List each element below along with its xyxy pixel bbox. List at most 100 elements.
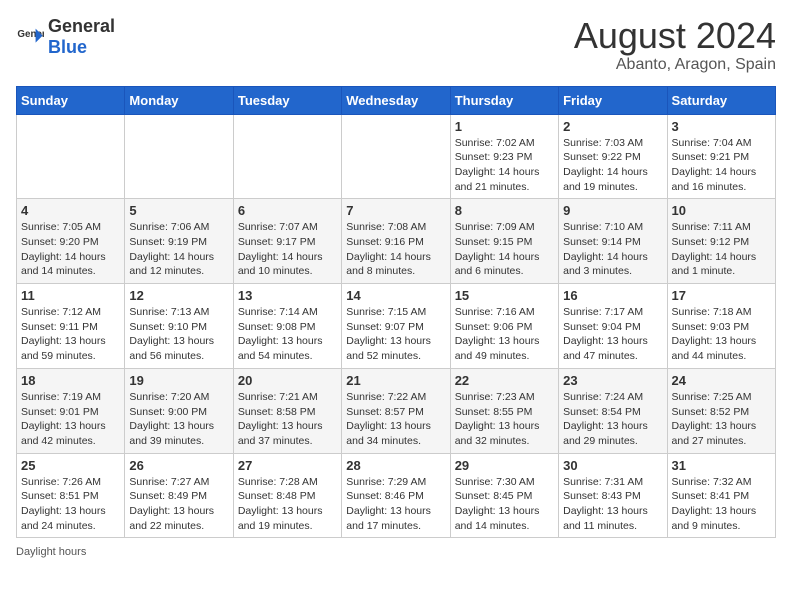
col-saturday: Saturday — [667, 86, 775, 114]
day-info: Sunrise: 7:22 AM Sunset: 8:57 PM Dayligh… — [346, 390, 445, 449]
calendar-week-row: 1Sunrise: 7:02 AM Sunset: 9:23 PM Daylig… — [17, 114, 776, 199]
calendar-cell — [17, 114, 125, 199]
day-number: 5 — [129, 203, 228, 218]
logo: General General Blue — [16, 16, 115, 58]
day-number: 30 — [563, 458, 662, 473]
day-info: Sunrise: 7:15 AM Sunset: 9:07 PM Dayligh… — [346, 305, 445, 364]
calendar-cell: 7 Sunrise: 7:08 AM Sunset: 9:16 PM Daylig… — [342, 199, 450, 284]
calendar-cell: 12 Sunrise: 7:13 AM Sunset: 9:10 PM Dayli… — [125, 284, 233, 369]
day-info: Sunrise: 7:05 AM Sunset: 9:20 PM Dayligh… — [21, 220, 120, 279]
calendar-cell: 4 Sunrise: 7:05 AM Sunset: 9:20 PM Daylig… — [17, 199, 125, 284]
day-info: Sunrise: 7:28 AM Sunset: 8:48 PM Dayligh… — [238, 475, 337, 534]
calendar-cell: 5 Sunrise: 7:06 AM Sunset: 9:19 PM Daylig… — [125, 199, 233, 284]
day-info: Sunrise: 7:25 AM Sunset: 8:52 PM Dayligh… — [672, 390, 771, 449]
calendar-cell: 30 Sunrise: 7:31 AM Sunset: 8:43 PM Dayli… — [559, 453, 667, 538]
day-info: Sunrise: 7:11 AM Sunset: 9:12 PM Dayligh… — [672, 220, 771, 279]
calendar-cell: 14Sunrise: 7:15 AM Sunset: 9:07 PM Dayli… — [342, 284, 450, 369]
calendar-cell: 17 Sunrise: 7:18 AM Sunset: 9:03 PM Dayli… — [667, 284, 775, 369]
day-number: 2 — [563, 119, 662, 134]
day-number: 21 — [346, 373, 445, 388]
logo-icon: General — [16, 23, 44, 51]
day-info: Sunrise: 7:13 AM Sunset: 9:10 PM Dayligh… — [129, 305, 228, 364]
day-info: Sunrise: 7:16 AM Sunset: 9:06 PM Dayligh… — [455, 305, 554, 364]
calendar-cell: 23Sunrise: 7:24 AM Sunset: 8:54 PM Dayli… — [559, 368, 667, 453]
col-thursday: Thursday — [450, 86, 558, 114]
day-info: Sunrise: 7:21 AM Sunset: 8:58 PM Dayligh… — [238, 390, 337, 449]
day-info: Sunrise: 7:20 AM Sunset: 9:00 PM Dayligh… — [129, 390, 228, 449]
calendar-cell: 3 Sunrise: 7:04 AM Sunset: 9:21 PM Daylig… — [667, 114, 775, 199]
day-info: Sunrise: 7:12 AM Sunset: 9:11 PM Dayligh… — [21, 305, 120, 364]
day-info: Sunrise: 7:31 AM Sunset: 8:43 PM Dayligh… — [563, 475, 662, 534]
daylight-label: Daylight hours — [16, 546, 86, 558]
day-info: Sunrise: 7:19 AM Sunset: 9:01 PM Dayligh… — [21, 390, 120, 449]
day-number: 10 — [672, 203, 771, 218]
calendar-week-row: 18Sunrise: 7:19 AM Sunset: 9:01 PM Dayli… — [17, 368, 776, 453]
calendar-cell: 13 Sunrise: 7:14 AM Sunset: 9:08 PM Dayli… — [233, 284, 341, 369]
day-number: 29 — [455, 458, 554, 473]
day-number: 13 — [238, 288, 337, 303]
logo-blue-text: Blue — [48, 37, 87, 57]
calendar-cell: 1Sunrise: 7:02 AM Sunset: 9:23 PM Daylig… — [450, 114, 558, 199]
col-friday: Friday — [559, 86, 667, 114]
calendar-cell: 31Sunrise: 7:32 AM Sunset: 8:41 PM Dayli… — [667, 453, 775, 538]
footer: Daylight hours — [16, 546, 776, 558]
calendar-cell: 2Sunrise: 7:03 AM Sunset: 9:22 PM Daylig… — [559, 114, 667, 199]
day-info: Sunrise: 7:04 AM Sunset: 9:21 PM Dayligh… — [672, 136, 771, 195]
day-number: 20 — [238, 373, 337, 388]
calendar-cell: 6 Sunrise: 7:07 AM Sunset: 9:17 PM Daylig… — [233, 199, 341, 284]
calendar-table: Sunday Monday Tuesday Wednesday Thursday… — [16, 86, 776, 539]
day-info: Sunrise: 7:07 AM Sunset: 9:17 PM Dayligh… — [238, 220, 337, 279]
day-info: Sunrise: 7:27 AM Sunset: 8:49 PM Dayligh… — [129, 475, 228, 534]
day-number: 15 — [455, 288, 554, 303]
calendar-cell: 26 Sunrise: 7:27 AM Sunset: 8:49 PM Dayli… — [125, 453, 233, 538]
calendar-cell: 9Sunrise: 7:10 AM Sunset: 9:14 PM Daylig… — [559, 199, 667, 284]
calendar-cell: 10 Sunrise: 7:11 AM Sunset: 9:12 PM Dayli… — [667, 199, 775, 284]
title-block: August 2024 Abanto, Aragon, Spain — [574, 16, 776, 74]
day-info: Sunrise: 7:24 AM Sunset: 8:54 PM Dayligh… — [563, 390, 662, 449]
day-info: Sunrise: 7:18 AM Sunset: 9:03 PM Dayligh… — [672, 305, 771, 364]
day-info: Sunrise: 7:06 AM Sunset: 9:19 PM Dayligh… — [129, 220, 228, 279]
day-number: 7 — [346, 203, 445, 218]
col-wednesday: Wednesday — [342, 86, 450, 114]
day-info: Sunrise: 7:30 AM Sunset: 8:45 PM Dayligh… — [455, 475, 554, 534]
calendar-cell: 27Sunrise: 7:28 AM Sunset: 8:48 PM Dayli… — [233, 453, 341, 538]
day-number: 12 — [129, 288, 228, 303]
day-number: 22 — [455, 373, 554, 388]
calendar-cell: 15 Sunrise: 7:16 AM Sunset: 9:06 PM Dayli… — [450, 284, 558, 369]
day-info: Sunrise: 7:23 AM Sunset: 8:55 PM Dayligh… — [455, 390, 554, 449]
calendar-header-row: Sunday Monday Tuesday Wednesday Thursday… — [17, 86, 776, 114]
day-info: Sunrise: 7:26 AM Sunset: 8:51 PM Dayligh… — [21, 475, 120, 534]
day-number: 25 — [21, 458, 120, 473]
day-info: Sunrise: 7:32 AM Sunset: 8:41 PM Dayligh… — [672, 475, 771, 534]
calendar-cell: 11 Sunrise: 7:12 AM Sunset: 9:11 PM Dayli… — [17, 284, 125, 369]
calendar-cell: 28 Sunrise: 7:29 AM Sunset: 8:46 PM Dayli… — [342, 453, 450, 538]
calendar-cell — [125, 114, 233, 199]
col-sunday: Sunday — [17, 86, 125, 114]
day-number: 1 — [455, 119, 554, 134]
page-header: General General Blue August 2024 Abanto,… — [16, 16, 776, 74]
calendar-cell: 16Sunrise: 7:17 AM Sunset: 9:04 PM Dayli… — [559, 284, 667, 369]
calendar-cell: 22 Sunrise: 7:23 AM Sunset: 8:55 PM Dayli… — [450, 368, 558, 453]
day-info: Sunrise: 7:14 AM Sunset: 9:08 PM Dayligh… — [238, 305, 337, 364]
day-number: 4 — [21, 203, 120, 218]
day-number: 3 — [672, 119, 771, 134]
day-number: 28 — [346, 458, 445, 473]
day-number: 17 — [672, 288, 771, 303]
day-number: 26 — [129, 458, 228, 473]
col-monday: Monday — [125, 86, 233, 114]
calendar-cell: 19 Sunrise: 7:20 AM Sunset: 9:00 PM Dayli… — [125, 368, 233, 453]
day-number: 11 — [21, 288, 120, 303]
day-number: 19 — [129, 373, 228, 388]
calendar-cell: 18Sunrise: 7:19 AM Sunset: 9:01 PM Dayli… — [17, 368, 125, 453]
day-info: Sunrise: 7:08 AM Sunset: 9:16 PM Dayligh… — [346, 220, 445, 279]
day-info: Sunrise: 7:29 AM Sunset: 8:46 PM Dayligh… — [346, 475, 445, 534]
col-tuesday: Tuesday — [233, 86, 341, 114]
day-number: 24 — [672, 373, 771, 388]
day-info: Sunrise: 7:10 AM Sunset: 9:14 PM Dayligh… — [563, 220, 662, 279]
main-title: August 2024 — [574, 16, 776, 56]
calendar-week-row: 4 Sunrise: 7:05 AM Sunset: 9:20 PM Daylig… — [17, 199, 776, 284]
calendar-cell: 20 Sunrise: 7:21 AM Sunset: 8:58 PM Dayli… — [233, 368, 341, 453]
daylight-legend: Daylight hours — [16, 546, 86, 558]
day-number: 6 — [238, 203, 337, 218]
calendar-week-row: 11 Sunrise: 7:12 AM Sunset: 9:11 PM Dayli… — [17, 284, 776, 369]
